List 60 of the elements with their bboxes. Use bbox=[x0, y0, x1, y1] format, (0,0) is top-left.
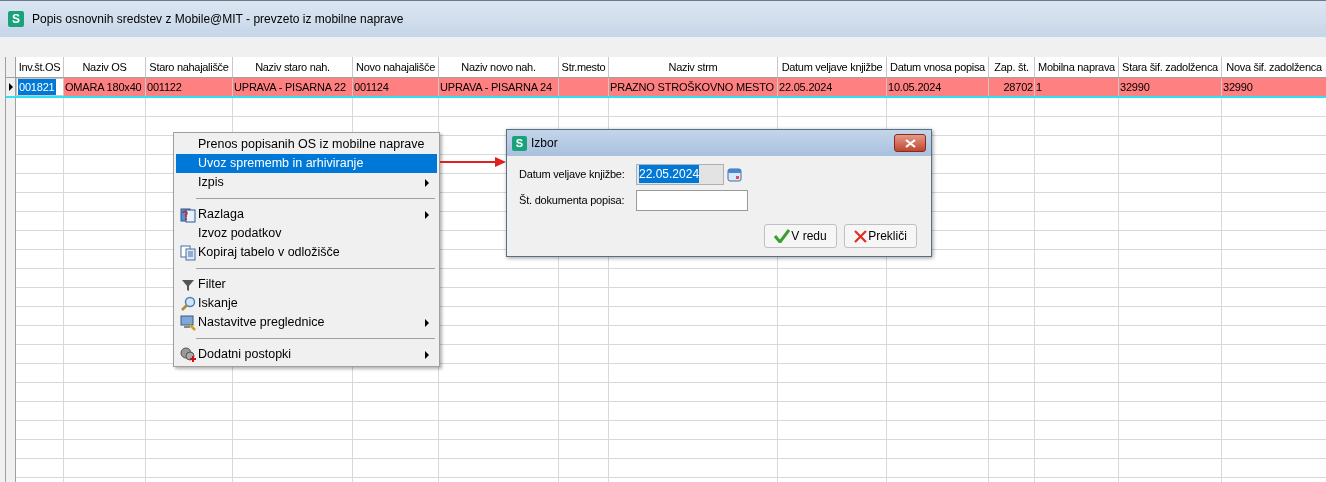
row-header[interactable] bbox=[6, 78, 16, 96]
column-header[interactable]: Naziv staro nah. bbox=[233, 57, 353, 77]
app-icon: S bbox=[512, 135, 527, 151]
column-header[interactable]: Datum veljave knjižbe bbox=[778, 57, 887, 77]
column-header[interactable]: Naziv novo nah. bbox=[439, 57, 559, 77]
menu-item[interactable]: Dodatni postopki bbox=[176, 345, 437, 364]
column-header[interactable]: Mobilna naprava bbox=[1035, 57, 1119, 77]
search-icon bbox=[180, 295, 196, 312]
table-cell-text: UPRAVA - PISARNA 24 bbox=[440, 79, 552, 95]
column-header[interactable]: Naziv strm bbox=[609, 57, 778, 77]
app-icon: S bbox=[8, 11, 24, 27]
column-header[interactable]: Stara šif. zadolženca bbox=[1119, 57, 1222, 77]
table-cell-text: 32990 bbox=[1120, 79, 1150, 95]
column-header[interactable]: Datum vnosa popisa bbox=[887, 57, 989, 77]
menu-item[interactable]: Prenos popisanih OS iz mobilne naprave bbox=[176, 135, 437, 154]
window-title: Popis osnovnih sredstev z Mobile@MIT - prevzeto iz mobilne naprave bbox=[32, 11, 404, 28]
menu-item[interactable]: Razlaga bbox=[176, 205, 437, 224]
table-cell-text: PRAZNO STROŠKOVNO MESTO bbox=[610, 79, 774, 95]
table-cell-text: OMARA 180x40 bbox=[65, 79, 142, 95]
table-cell-text: 28702 bbox=[1003, 79, 1033, 95]
menu-item[interactable]: Filter bbox=[176, 275, 437, 294]
cancel-button[interactable]: Prekliči bbox=[844, 224, 917, 248]
column-header[interactable]: Zap. št. bbox=[989, 57, 1035, 77]
close-icon bbox=[904, 138, 916, 148]
filter-icon bbox=[181, 277, 195, 292]
cross-icon bbox=[854, 229, 868, 243]
gears-icon bbox=[180, 346, 196, 363]
table-cell-text: 1 bbox=[1036, 79, 1042, 95]
table-cell-text: 001122 bbox=[147, 79, 182, 95]
table-cell-text: 10.05.2024 bbox=[888, 79, 942, 95]
arrow bbox=[440, 156, 506, 168]
help-book-icon bbox=[180, 206, 196, 223]
row-pointer-icon bbox=[8, 83, 13, 91]
table-cell[interactable]: 001821 bbox=[18, 78, 56, 96]
check-icon bbox=[774, 229, 791, 243]
menu-item[interactable]: Iskanje bbox=[176, 294, 437, 313]
input-field[interactable] bbox=[636, 189, 748, 211]
dialog-title: Izbor bbox=[531, 135, 559, 152]
table-row[interactable]: 001821 OMARA 180x40 001122 UPRAVA - PISARNA 22 001124 UPRAVA - PISARNA 24 PRAZNO STROŠKOVNO MESTO 22.05.2024 10.05.2024 28702 1 32990 32990 bbox=[6, 78, 1326, 98]
table-cell-text: 001124 bbox=[354, 79, 389, 95]
table-cell-text: 22.05.2024 bbox=[779, 79, 833, 95]
column-header[interactable]: Str.mesto bbox=[559, 57, 609, 77]
column-header[interactable]: Novo nahajališče bbox=[353, 57, 439, 77]
menu-item[interactable]: Uvoz sprememb in arhiviranje bbox=[176, 154, 437, 173]
column-header[interactable]: Inv.št.OS bbox=[16, 57, 64, 77]
table-cell-text: UPRAVA - PISARNA 22 bbox=[234, 79, 346, 95]
table-cell-text: 32990 bbox=[1223, 79, 1253, 95]
monitor-icon bbox=[180, 314, 196, 331]
menu-item[interactable]: Izpis bbox=[176, 173, 437, 192]
column-header[interactable]: Staro nahajališče bbox=[146, 57, 233, 77]
menu-item[interactable]: Izvoz podatkov bbox=[176, 224, 437, 243]
close-button[interactable] bbox=[894, 134, 926, 152]
field-label: Datum veljave knjižbe: bbox=[519, 166, 626, 182]
copy-icon bbox=[180, 244, 196, 261]
menu-item[interactable]: Kopiraj tabelo v odložišče bbox=[176, 243, 437, 262]
field-label: Št. dokumenta popisa: bbox=[519, 192, 626, 208]
ok-button[interactable]: V redu bbox=[764, 224, 837, 248]
menu-item[interactable]: Nastavitve preglednice bbox=[176, 313, 437, 332]
column-header[interactable]: Nova šif. zadolženca bbox=[1222, 57, 1326, 77]
column-header[interactable]: Naziv OS bbox=[64, 57, 146, 77]
